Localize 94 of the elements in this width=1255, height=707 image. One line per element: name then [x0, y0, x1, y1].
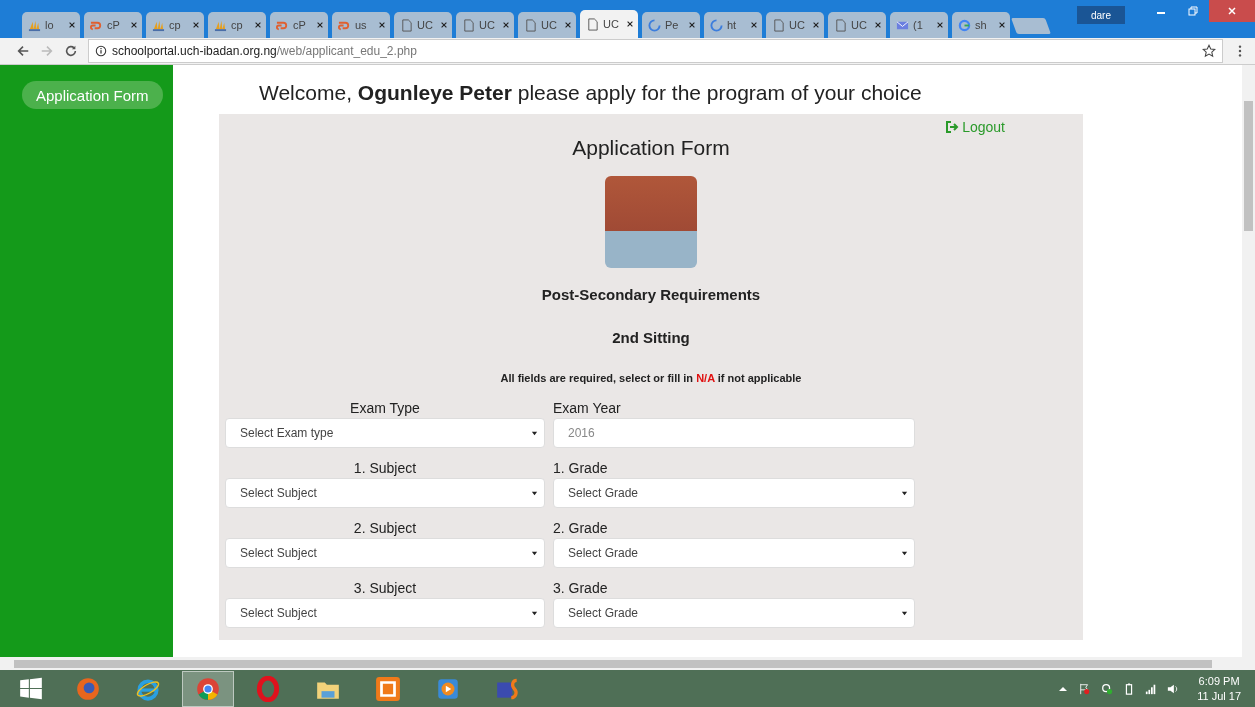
- select-dropdown[interactable]: Select Grade: [553, 478, 915, 508]
- browser-tab[interactable]: (1: [890, 12, 948, 38]
- logout-link[interactable]: Logout: [945, 119, 1005, 135]
- close-tab-icon[interactable]: [874, 21, 882, 29]
- vertical-scrollbar[interactable]: [1242, 65, 1255, 657]
- sync-icon[interactable]: [1101, 682, 1114, 695]
- field-label: Exam Type: [349, 400, 421, 418]
- select-dropdown[interactable]: Select Grade: [553, 598, 915, 628]
- dropdown-caret-icon: [901, 489, 908, 497]
- close-tab-icon[interactable]: [564, 21, 572, 29]
- browser-tab[interactable]: lo: [22, 12, 80, 38]
- o-ring-icon: [255, 675, 281, 702]
- document-icon: [586, 17, 599, 31]
- dropdown-caret-icon: [901, 549, 908, 557]
- clock-time: 6:09 PM: [1198, 673, 1240, 689]
- close-tab-icon[interactable]: [254, 21, 262, 29]
- dropdown-caret-icon: [531, 429, 538, 437]
- select-dropdown[interactable]: Select Grade: [553, 538, 915, 568]
- close-tab-icon[interactable]: [502, 21, 510, 29]
- browser-tab[interactable]: cp: [146, 12, 204, 38]
- envelope-icon: [896, 18, 909, 32]
- field-label: 2. Subject: [352, 520, 418, 538]
- field-label: 3. Grade: [553, 580, 609, 598]
- dropdown-caret-icon: [531, 609, 538, 617]
- address-bar[interactable]: schoolportal.uch-ibadan.org.ng/web/applicant_edu_2.php: [88, 39, 1223, 63]
- close-tab-icon[interactable]: [626, 20, 634, 28]
- clock-date: 11 Jul 17: [1197, 688, 1241, 704]
- field-label: 1. Subject: [352, 460, 418, 478]
- browser-tab[interactable]: UC: [456, 12, 514, 38]
- loading-spinner-icon: [648, 18, 661, 32]
- info-icon[interactable]: [95, 45, 107, 57]
- google-logo-icon: [958, 18, 971, 32]
- browser-tab[interactable]: UC: [766, 12, 824, 38]
- document-icon: [772, 18, 785, 32]
- dropdown-caret-icon: [531, 549, 538, 557]
- close-tab-icon[interactable]: [192, 21, 200, 29]
- browser-tab[interactable]: ht: [704, 12, 762, 38]
- field-label: Exam Year: [553, 400, 622, 418]
- browser-tab[interactable]: cP: [270, 12, 328, 38]
- close-tab-icon[interactable]: [440, 21, 448, 29]
- browser-tab[interactable]: Pe: [642, 12, 700, 38]
- back-arrow-icon[interactable]: [16, 44, 30, 58]
- browser-tab[interactable]: UC: [828, 12, 886, 38]
- browser-tab[interactable]: UC: [518, 12, 576, 38]
- fox-globe-icon: [75, 675, 101, 702]
- close-tab-icon[interactable]: [812, 21, 820, 29]
- windows-start-icon[interactable]: [18, 675, 44, 702]
- horizontal-scrollbar[interactable]: [0, 657, 1255, 670]
- chrome-logo-icon: [195, 675, 221, 702]
- input-field[interactable]: 2016: [553, 418, 915, 448]
- restore-icon: [1188, 6, 1198, 16]
- speaker-icon[interactable]: [1167, 682, 1180, 695]
- flag-icon[interactable]: [1079, 682, 1092, 695]
- select-dropdown[interactable]: Select Subject: [225, 478, 545, 508]
- close-tab-icon[interactable]: [378, 21, 386, 29]
- instruction-text: All fields are required, select or fill in N/A if not applicable: [500, 372, 802, 384]
- reload-icon[interactable]: [64, 44, 78, 58]
- field-label: 3. Subject: [352, 580, 418, 598]
- document-icon: [400, 18, 413, 32]
- loading-spinner-icon: [710, 18, 723, 32]
- close-icon: [1227, 6, 1237, 16]
- document-icon: [462, 18, 475, 32]
- signal-icon[interactable]: [1145, 682, 1158, 695]
- select-dropdown[interactable]: Select Exam type: [225, 418, 545, 448]
- select-dropdown[interactable]: Select Subject: [225, 538, 545, 568]
- close-tab-icon[interactable]: [750, 21, 758, 29]
- field-label: 1. Grade: [553, 460, 609, 478]
- select-dropdown[interactable]: Select Subject: [225, 598, 545, 628]
- sitting-title: 2nd Sitting: [612, 329, 690, 346]
- close-tab-icon[interactable]: [998, 21, 1006, 29]
- browser-tab[interactable]: sh: [952, 12, 1010, 38]
- profile-button[interactable]: dare: [1077, 6, 1125, 24]
- close-tab-icon[interactable]: [936, 21, 944, 29]
- logout-icon: [945, 120, 960, 134]
- browser-tab[interactable]: UC: [580, 10, 638, 38]
- application-form-button[interactable]: Application Form: [22, 81, 163, 109]
- document-icon: [834, 18, 847, 32]
- document-icon: [524, 18, 537, 32]
- section-title: Post-Secondary Requirements: [541, 286, 761, 303]
- form-title: Application Form: [572, 136, 730, 160]
- browser-tab[interactable]: us: [332, 12, 390, 38]
- welcome-heading: Welcome, Ogunleye Peter please apply for the program of your choice: [259, 81, 923, 106]
- close-tab-icon[interactable]: [688, 21, 696, 29]
- browser-tab[interactable]: UC: [394, 12, 452, 38]
- browser-tab[interactable]: cP: [84, 12, 142, 38]
- bookmark-star-icon[interactable]: [1202, 44, 1216, 58]
- close-tab-icon[interactable]: [68, 21, 76, 29]
- dropdown-caret-icon: [901, 609, 908, 617]
- close-tab-icon[interactable]: [130, 21, 138, 29]
- close-tab-icon[interactable]: [316, 21, 324, 29]
- browser-tab[interactable]: cp: [208, 12, 266, 38]
- taskbar-app[interactable]: [182, 670, 234, 707]
- field-label: 2. Grade: [553, 520, 609, 538]
- dropdown-caret-icon: [531, 489, 538, 497]
